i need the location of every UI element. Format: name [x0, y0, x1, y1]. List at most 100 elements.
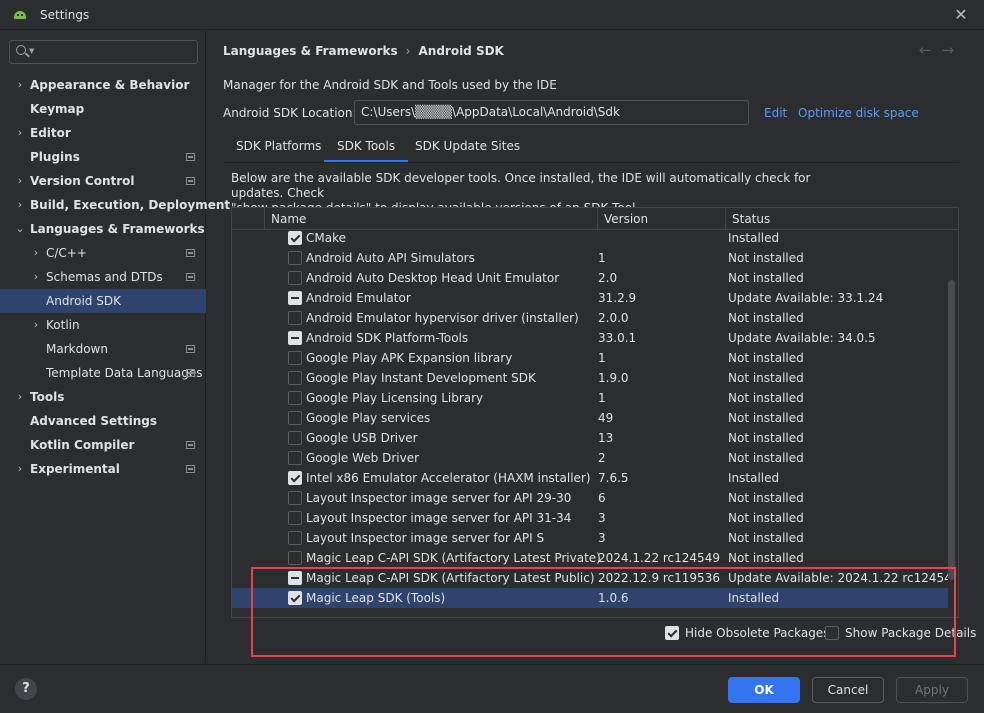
table-scrollbar[interactable]	[948, 280, 955, 580]
sidebar-item[interactable]: › Tools	[0, 385, 206, 409]
row-checkbox[interactable]	[288, 571, 302, 585]
chevron-right-icon[interactable]: ›	[14, 121, 26, 145]
table-row[interactable]: Magic Leap SDK (Tools) 1.0.6 Installed	[232, 588, 948, 608]
table-row[interactable]: Google Play Licensing Library 1 Not instal…	[232, 388, 948, 408]
chevron-right-icon[interactable]: ›	[14, 193, 26, 217]
row-checkbox[interactable]	[288, 291, 302, 305]
sidebar-item[interactable]: › Kotlin	[0, 313, 206, 337]
table-row[interactable]: Google Play services 49 Not installed	[232, 408, 948, 428]
apply-button[interactable]: Apply	[896, 677, 968, 703]
sidebar-item[interactable]: › Version Control	[0, 169, 206, 193]
help-icon[interactable]: ?	[15, 678, 37, 700]
column-header-status[interactable]: Status	[725, 208, 958, 230]
sidebar-item[interactable]: Advanced Settings	[0, 409, 206, 433]
row-checkbox[interactable]	[288, 551, 302, 565]
hide-obsolete-checkbox[interactable]	[665, 626, 679, 640]
ok-button[interactable]: OK	[728, 677, 800, 703]
sidebar-item[interactable]: Kotlin Compiler	[0, 433, 206, 457]
column-header-version[interactable]: Version	[597, 208, 725, 230]
sidebar-item[interactable]: Plugins	[0, 145, 206, 169]
row-version: 1	[598, 351, 606, 365]
optimize-disk-space-link[interactable]: Optimize disk space	[798, 106, 919, 120]
row-checkbox[interactable]	[288, 411, 302, 425]
settings-sidebar: ▼ › Appearance & Behavior Keymap › Editor Plu…	[0, 31, 230, 663]
row-status: Not installed	[728, 351, 804, 365]
table-row[interactable]: Google Play APK Expansion library 1 Not in…	[232, 348, 948, 368]
sidebar-item[interactable]: Template Data Languages	[0, 361, 206, 385]
edit-link[interactable]: Edit	[764, 106, 787, 120]
sidebar-item[interactable]: › C/C++	[0, 241, 206, 265]
row-name: Google Play services	[306, 411, 431, 425]
row-checkbox[interactable]	[288, 531, 302, 545]
row-status: Installed	[728, 471, 780, 485]
sidebar-item[interactable]: Markdown	[0, 337, 206, 361]
settings-tree: › Appearance & Behavior Keymap › Editor Plugi…	[0, 73, 230, 481]
row-status: Installed	[728, 591, 780, 605]
row-name: Layout Inspector image server for API S	[306, 531, 545, 545]
table-row[interactable]: Layout Inspector image server for API 31…	[232, 508, 948, 528]
chevron-right-icon[interactable]: ›	[30, 313, 42, 337]
chevron-right-icon[interactable]: ›	[30, 241, 42, 265]
table-row[interactable]: Magic Leap C-API SDK (Artifactory Latest…	[232, 548, 948, 568]
row-checkbox[interactable]	[288, 231, 302, 245]
close-icon[interactable]: ✕	[950, 4, 972, 26]
row-checkbox[interactable]	[288, 431, 302, 445]
chevron-right-icon[interactable]: ›	[14, 169, 26, 193]
sdk-location-field[interactable]: C:\Users\▒▒▒▒\AppData\Local\Android\Sdk	[354, 100, 749, 125]
table-row[interactable]: Android SDK Platform-Tools 33.0.1 Update A…	[232, 328, 948, 348]
table-row[interactable]: Intel x86 Emulator Accelerator (HAXM ins…	[232, 468, 948, 488]
row-checkbox[interactable]	[288, 371, 302, 385]
table-row[interactable]: Layout Inspector image server for API S 3…	[232, 528, 948, 548]
sidebar-item[interactable]: › Build, Execution, Deployment	[0, 193, 230, 217]
table-row[interactable]: Android Emulator hypervisor driver (inst…	[232, 308, 948, 328]
table-row[interactable]: CMake Installed	[232, 228, 948, 248]
row-checkbox[interactable]	[288, 471, 302, 485]
column-header-name[interactable]: Name	[264, 208, 597, 230]
row-name: Intel x86 Emulator Accelerator (HAXM ins…	[306, 471, 591, 485]
chevron-right-icon[interactable]: ›	[14, 457, 26, 481]
row-version: 2.0	[598, 271, 618, 285]
table-row[interactable]: Android Emulator 31.2.9 Update Available: …	[232, 288, 948, 308]
sidebar-item[interactable]: › Appearance & Behavior	[0, 73, 206, 97]
sdk-tools-table: Name Version Status CMake Installed Androi…	[231, 207, 959, 618]
tab-sdk-tools[interactable]: SDK Tools	[324, 133, 409, 163]
table-row[interactable]: Layout Inspector image server for API 29…	[232, 488, 948, 508]
table-row[interactable]: Magic Leap C-API SDK (Artifactory Latest…	[232, 568, 948, 588]
project-scope-icon	[186, 441, 195, 449]
row-checkbox[interactable]	[288, 391, 302, 405]
search-options-icon[interactable]: ▼	[29, 47, 34, 55]
row-checkbox[interactable]	[288, 511, 302, 525]
chevron-right-icon[interactable]: ›	[14, 385, 26, 409]
show-package-details-checkbox[interactable]	[825, 626, 839, 640]
table-row[interactable]: Google Play Instant Development SDK 1.9.0…	[232, 368, 948, 388]
row-checkbox[interactable]	[288, 451, 302, 465]
sidebar-item[interactable]: › Experimental	[0, 457, 206, 481]
back-arrow-icon[interactable]: ←	[919, 41, 942, 59]
tab-sdk-platforms[interactable]: SDK Platforms	[236, 133, 321, 163]
chevron-right-icon[interactable]: ›	[30, 265, 42, 289]
table-row[interactable]: Android Auto API Simulators 1 Not installe…	[232, 248, 948, 268]
row-checkbox[interactable]	[288, 351, 302, 365]
row-checkbox[interactable]	[288, 271, 302, 285]
breadcrumb-parent[interactable]: Languages & Frameworks	[223, 44, 398, 58]
table-row[interactable]: Android Auto Desktop Head Unit Emulator 2…	[232, 268, 948, 288]
cancel-button[interactable]: Cancel	[812, 677, 884, 703]
table-row[interactable]: Google Web Driver 2 Not installed	[232, 448, 948, 468]
row-checkbox[interactable]	[288, 311, 302, 325]
row-version: 1	[598, 251, 606, 265]
row-checkbox[interactable]	[288, 491, 302, 505]
sidebar-item[interactable]: Android SDK	[0, 289, 206, 313]
sidebar-item[interactable]: › Editor	[0, 121, 206, 145]
chevron-down-icon[interactable]: ⌄	[14, 217, 26, 241]
tab-sdk-update-sites[interactable]: SDK Update Sites	[415, 133, 520, 163]
search-input[interactable]: ▼	[9, 40, 198, 64]
row-checkbox[interactable]	[288, 591, 302, 605]
row-checkbox[interactable]	[288, 331, 302, 345]
sidebar-item[interactable]: › Schemas and DTDs	[0, 265, 206, 289]
chevron-right-icon[interactable]: ›	[14, 73, 26, 97]
table-row[interactable]: Google USB Driver 13 Not installed	[232, 428, 948, 448]
row-checkbox[interactable]	[288, 251, 302, 265]
sidebar-item[interactable]: ⌄ Languages & Frameworks	[0, 217, 206, 241]
sidebar-item[interactable]: Keymap	[0, 97, 206, 121]
forward-arrow-icon[interactable]: →	[941, 41, 964, 59]
